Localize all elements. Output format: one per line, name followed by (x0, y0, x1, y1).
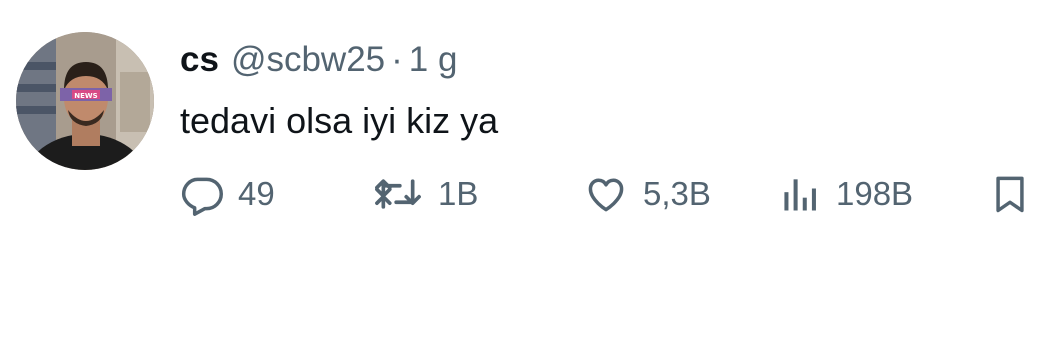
bookmark-button[interactable] (988, 170, 1032, 218)
like-button[interactable]: 5,3B (583, 170, 711, 218)
avatar[interactable]: NEWS (16, 32, 154, 170)
retweet-button[interactable]: 1B (372, 170, 478, 218)
avatar-image: NEWS (16, 32, 154, 170)
views-button[interactable]: 198B (778, 170, 913, 218)
tweet-timestamp[interactable]: 1 g (409, 36, 458, 84)
tweet-header: cs @scbw25 · 1 g (180, 36, 457, 84)
user-handle[interactable]: @scbw25 (231, 36, 385, 84)
views-count: 198B (836, 175, 914, 212)
tweet-text: tedavi olsa iyi kiz ya (180, 100, 499, 141)
header-separator: · (391, 40, 403, 79)
tweet-actions: 49 1B 5,3B 198B (180, 170, 1030, 218)
reply-count: 49 (238, 175, 275, 212)
heart-outline-icon (583, 172, 629, 216)
reply-bubble-icon (180, 172, 224, 216)
reply-button[interactable]: 49 (180, 170, 275, 218)
retweet-arrows-icon (372, 172, 424, 216)
bookmark-outline-icon (988, 172, 1032, 216)
retweet-count: 1B (438, 175, 479, 212)
tweet-card[interactable]: NEWS cs @scbw25 · 1 g tedavi olsa iyi ki… (0, 0, 1046, 348)
display-name[interactable]: cs (180, 36, 219, 84)
avatar-badge-text: NEWS (74, 92, 97, 100)
bar-chart-views-icon (778, 172, 822, 216)
like-count: 5,3B (643, 175, 711, 212)
